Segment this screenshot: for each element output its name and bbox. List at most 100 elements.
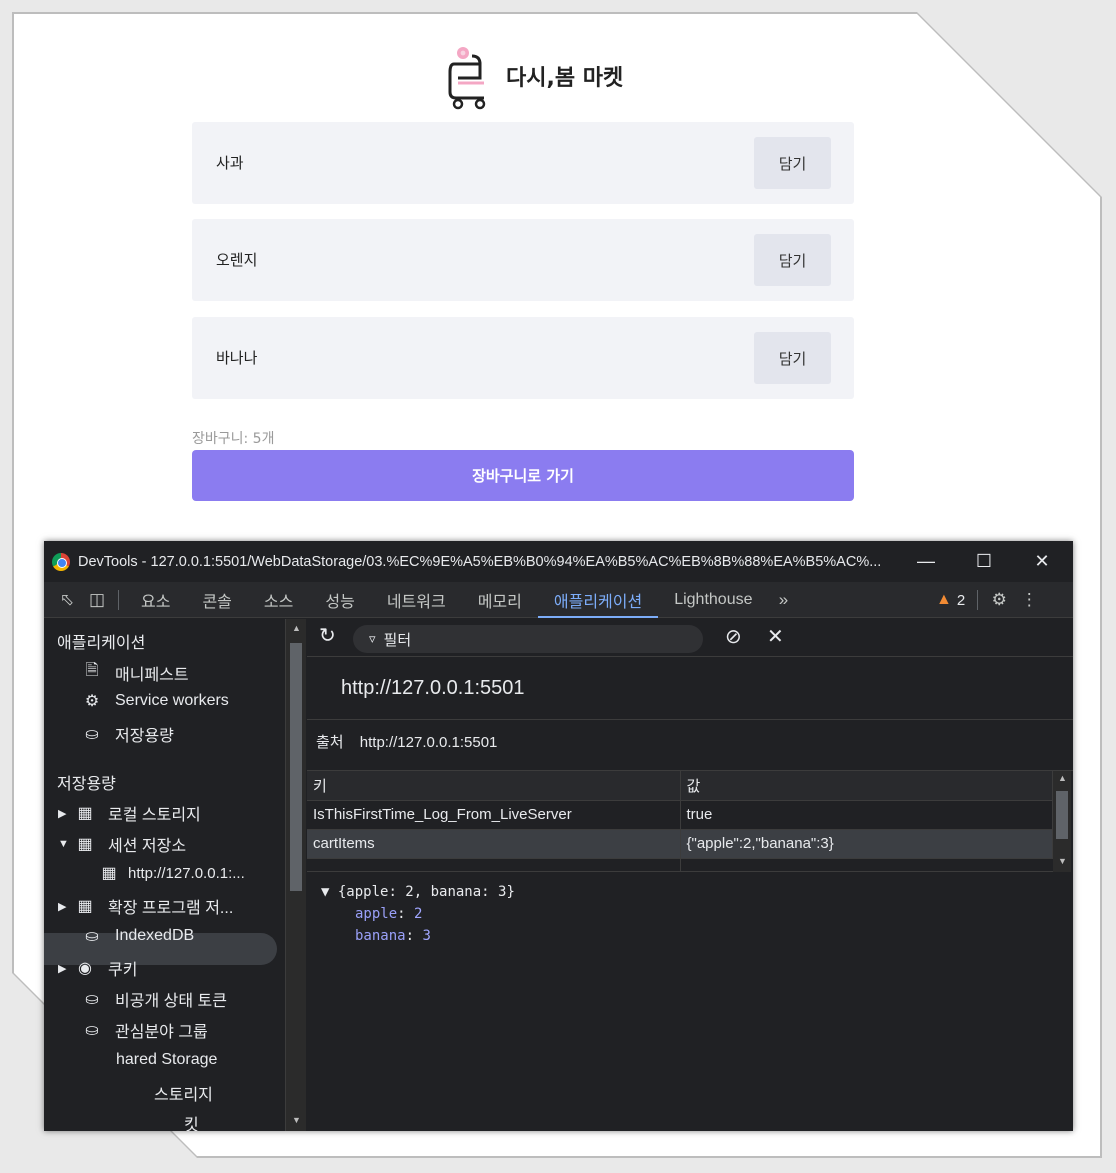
- window-title: DevTools - 127.0.0.1:5501/WebDataStorage…: [78, 553, 882, 570]
- divider: [307, 719, 1073, 720]
- column-header-key[interactable]: 키: [307, 771, 681, 801]
- sidebar-item-extension-storage[interactable]: ▶ ▦ 확장 프로그램 저...: [58, 894, 233, 918]
- table-scrollbar[interactable]: ▲ ▼: [1053, 771, 1071, 872]
- sidebar-item-local-storage[interactable]: ▶ ▦ 로컬 스토리지: [58, 801, 201, 825]
- expand-arrow-icon[interactable]: ▶: [58, 962, 74, 975]
- application-sidebar: 애플리케이션 🗎 매니페스트 ⚙ Service workers ⛀ 저장용량 …: [44, 619, 286, 1131]
- preview-summary[interactable]: ▼ {apple: 2, banana: 3}: [321, 881, 515, 903]
- tab-lighthouse[interactable]: Lighthouse: [658, 582, 768, 618]
- collapse-arrow-icon[interactable]: ▼: [58, 838, 74, 850]
- database-icon: ⛀: [85, 928, 99, 945]
- scrollbar-thumb[interactable]: [290, 643, 302, 891]
- scroll-up-icon[interactable]: ▲: [1058, 773, 1067, 783]
- tab-elements[interactable]: 요소: [125, 582, 186, 618]
- sidebar-item-cache-storage[interactable]: 스토리지: [154, 1081, 213, 1105]
- sidebar-item-label: 비공개 상태 토큰: [115, 993, 227, 1010]
- cart-count: 장바구니: 5개: [192, 431, 275, 447]
- screenshot-frame: 다시,봄 마켓 사과 담기 오렌지 담기 바나나 담기 장바구니: 5개 장바구…: [0, 0, 1116, 1173]
- scroll-down-icon[interactable]: ▼: [1058, 856, 1067, 866]
- scrollbar-thumb[interactable]: [1056, 791, 1068, 839]
- expand-arrow-icon[interactable]: ▶: [58, 900, 74, 913]
- column-divider: [680, 859, 681, 872]
- value-preview: ▼ {apple: 2, banana: 3} apple: 2 banana:…: [321, 881, 515, 947]
- sidebar-item-label: 세션 저장소: [108, 838, 187, 855]
- refresh-icon[interactable]: ↻: [319, 623, 336, 648]
- database-icon: ⛀: [85, 991, 99, 1008]
- sidebar-item-session-storage[interactable]: ▼ ▦ 세션 저장소: [58, 832, 186, 856]
- preview-entry: apple: 2: [355, 906, 423, 922]
- database-icon: ⛀: [85, 1022, 99, 1039]
- close-window-icon[interactable]: ✕: [1013, 541, 1071, 582]
- sidebar-item-label: IndexedDB: [115, 927, 195, 944]
- row-value[interactable]: {"apple":2,"banana":3}: [680, 829, 1053, 859]
- column-header-value[interactable]: 값: [680, 771, 1053, 801]
- maximize-icon[interactable]: ☐: [955, 541, 1013, 582]
- sidebar-item-interest-groups[interactable]: ⛀ 관심분야 그룹: [81, 1018, 208, 1042]
- expand-arrow-icon[interactable]: ▶: [58, 807, 74, 820]
- sidebar-item-cookies[interactable]: ▶ ◉ 쿠키: [58, 956, 137, 980]
- preview-key: apple: [355, 906, 398, 922]
- warning-count: 2: [956, 591, 966, 609]
- inspect-element-icon[interactable]: ⬁: [52, 585, 82, 615]
- add-to-cart-button[interactable]: 담기: [754, 234, 831, 286]
- device-toolbar-icon[interactable]: ◫: [82, 585, 112, 615]
- cookie-icon: ◉: [78, 960, 92, 977]
- preview-key: banana: [355, 928, 406, 944]
- sidebar-scrollbar[interactable]: ▲ ▼: [286, 619, 306, 1131]
- more-tabs-icon[interactable]: »: [769, 585, 799, 615]
- document-icon: 🗎: [85, 662, 99, 679]
- cart-logo-icon: [448, 47, 486, 110]
- row-key[interactable]: IsThisFirstTime_Log_From_LiveServer: [307, 800, 681, 830]
- filter-placeholder: 필터: [383, 631, 412, 649]
- scroll-up-icon[interactable]: ▲: [292, 623, 301, 633]
- database-icon: ⛀: [85, 726, 99, 743]
- settings-gear-icon[interactable]: ⚙: [984, 585, 1014, 615]
- tab-network[interactable]: 네트워크: [371, 582, 462, 618]
- tab-console[interactable]: 콘솔: [186, 582, 247, 618]
- product-card-banana: 바나나 담기: [192, 317, 854, 399]
- table-header-row: 키 값: [307, 771, 1053, 801]
- tab-memory[interactable]: 메모리: [462, 582, 538, 618]
- sidebar-header-application: 애플리케이션: [57, 635, 146, 652]
- table-row-selected[interactable]: cartItems {"apple":2,"banana":3}: [307, 829, 1053, 859]
- sidebar-item-label: 로컬 스토리지: [108, 807, 201, 824]
- tab-sources[interactable]: 소스: [248, 582, 309, 618]
- row-key[interactable]: cartItems: [307, 829, 681, 859]
- brand[interactable]: 다시,봄 마켓: [444, 40, 623, 112]
- product-card-orange: 오렌지 담기: [192, 219, 854, 301]
- table-icon: ▦: [77, 836, 93, 853]
- row-value[interactable]: true: [680, 800, 1053, 830]
- sidebar-item-shared-storage[interactable]: hared Storage: [116, 1051, 217, 1069]
- sidebar-item-private-state-tokens[interactable]: ⛀ 비공개 상태 토큰: [81, 987, 227, 1011]
- storage-main-panel: ↻ ▿ 필터 ⊘ ✕ http://127.0.0.1:5501 출처 http…: [307, 619, 1073, 1131]
- minimize-icon[interactable]: —: [897, 541, 955, 582]
- sidebar-item-service-workers[interactable]: ⚙ Service workers: [81, 691, 229, 711]
- add-to-cart-button[interactable]: 담기: [754, 137, 831, 189]
- sidebar-item-label: 관심분야 그룹: [115, 1024, 208, 1041]
- tab-performance[interactable]: 성능: [309, 582, 370, 618]
- sidebar-item-storage[interactable]: ⛀ 저장용량: [81, 722, 174, 746]
- sidebar-item-manifest[interactable]: 🗎 매니페스트: [81, 659, 189, 686]
- clear-all-icon[interactable]: ⊘: [725, 624, 742, 649]
- add-to-cart-button[interactable]: 담기: [754, 332, 831, 384]
- origin-title: http://127.0.0.1:5501: [341, 677, 525, 699]
- delete-selected-icon[interactable]: ✕: [767, 624, 784, 649]
- preview-summary-text: {apple: 2, banana: 3}: [337, 884, 515, 900]
- sidebar-item-indexeddb[interactable]: ⛀ IndexedDB: [81, 926, 194, 946]
- collapse-arrow-icon[interactable]: ▼: [321, 884, 329, 900]
- gears-icon: ⚙: [84, 693, 100, 710]
- tab-application[interactable]: 애플리케이션: [537, 582, 659, 618]
- table-icon: ▦: [77, 805, 93, 822]
- more-options-icon[interactable]: ⋮: [1014, 585, 1044, 615]
- origin-row: 출처 http://127.0.0.1:5501: [316, 731, 497, 752]
- sidebar-item-session-origin[interactable]: ▦ http://127.0.0.1:...: [98, 863, 244, 883]
- go-to-cart-button[interactable]: 장바구니로 가기: [192, 450, 854, 501]
- devtools-titlebar[interactable]: DevTools - 127.0.0.1:5501/WebDataStorage…: [44, 541, 1073, 582]
- scroll-down-icon[interactable]: ▼: [292, 1115, 301, 1125]
- table-row[interactable]: IsThisFirstTime_Log_From_LiveServer true: [307, 800, 1053, 830]
- warnings-badge[interactable]: ▲ 2 ⚙ ⋮: [936, 582, 1044, 618]
- sidebar-item-label: hared Storage: [116, 1051, 218, 1068]
- filter-input[interactable]: ▿ 필터: [353, 625, 703, 653]
- sidebar-item-label: 확장 프로그램 저...: [108, 900, 234, 917]
- sidebar-item-storage-buckets[interactable]: 킷: [184, 1111, 199, 1131]
